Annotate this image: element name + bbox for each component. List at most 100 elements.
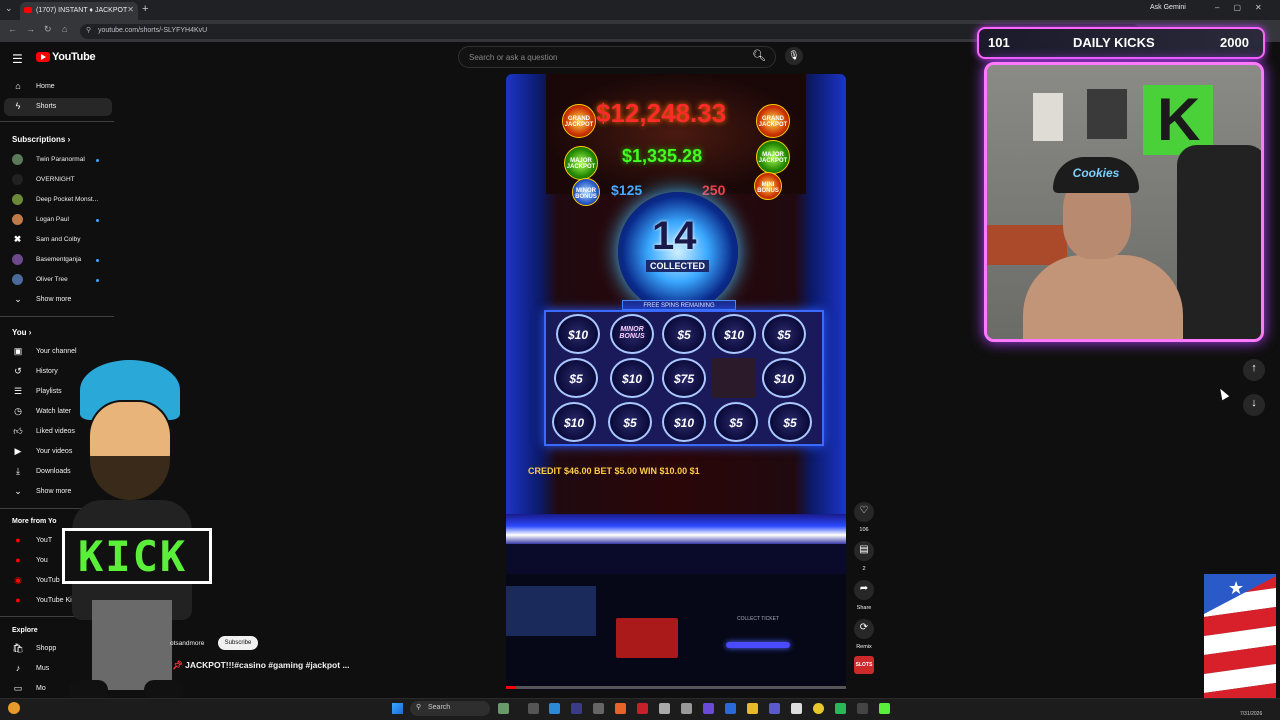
- like-button[interactable]: ♡: [854, 502, 874, 522]
- show-more-button[interactable]: ⌄ Show more: [0, 291, 108, 309]
- share-button[interactable]: ➦: [854, 580, 874, 600]
- new-content-dot: [96, 159, 99, 162]
- sidebar-item-subscription[interactable]: Logan Paul: [0, 211, 108, 229]
- remix-icon: ⟳: [859, 622, 869, 633]
- taskbar-app-icon[interactable]: [747, 703, 758, 714]
- reel-cell: $10: [610, 358, 654, 398]
- taskbar-app-icon[interactable]: [637, 703, 648, 714]
- new-tab-button[interactable]: +: [142, 3, 148, 15]
- browser-tab[interactable]: (1707) INSTANT ♦ JACKPOT ✕: [20, 2, 138, 20]
- avatar: [12, 214, 23, 225]
- ticket-slot-light: [726, 642, 790, 648]
- youtube-logo-text[interactable]: YouTube: [52, 51, 96, 63]
- daily-kicks-title: DAILY KICKS: [1073, 35, 1155, 50]
- taskbar-app-icon[interactable]: [571, 703, 582, 714]
- credit-bet-win-meter: CREDIT $46.00 BET $5.00 WIN $10.00 $1: [528, 466, 700, 476]
- clock-icon: ◷: [14, 406, 22, 416]
- short-video-player[interactable]: GRAND JACKPOT GRAND JACKPOT $12,248.33 M…: [506, 74, 846, 690]
- taskbar-app-icon[interactable]: [549, 703, 560, 714]
- weather-icon[interactable]: [8, 702, 20, 714]
- taskbar-app-icon[interactable]: [725, 703, 736, 714]
- task-view-icon[interactable]: [528, 703, 539, 714]
- subscribe-button[interactable]: Subscribe: [218, 636, 258, 650]
- comment-icon: ▤: [859, 544, 869, 555]
- sidebar-item-subscription[interactable]: OVERNIGHT: [0, 171, 108, 189]
- taskbar-app-icon[interactable]: [835, 703, 846, 714]
- taskbar-app-icon[interactable]: [593, 703, 604, 714]
- free-spins-bar: FREE SPINS REMAINING: [622, 300, 736, 310]
- ask-gemini-button[interactable]: Ask Gemini: [1150, 4, 1186, 11]
- short-title[interactable]: 📌︎ JACKPOT!!!#casino #gaming #jackpot ..…: [172, 660, 350, 671]
- share-icon: ➦: [859, 583, 869, 594]
- subscription-label: Twin Paranormal: [36, 156, 85, 163]
- reel-cell: $5: [662, 314, 706, 354]
- taskbar-search[interactable]: ⚲ Search: [410, 701, 490, 716]
- reel-cell: $10: [552, 402, 596, 442]
- you-heading[interactable]: You ›: [12, 328, 31, 337]
- sidebar-item-subscription[interactable]: Basementganja: [0, 251, 108, 269]
- search-input[interactable]: Search or ask a question: [458, 46, 776, 68]
- sidebar-item-home[interactable]: ⌂ Home: [0, 78, 108, 96]
- taskbar-app-icon[interactable]: [769, 703, 780, 714]
- tab-search-icon[interactable]: ⌄: [5, 3, 13, 14]
- comments-button[interactable]: ▤: [854, 541, 874, 561]
- taskbar-app-icon[interactable]: [659, 703, 670, 714]
- next-short-button[interactable]: ↓: [1243, 394, 1265, 416]
- grand-jackpot-badge: GRAND JACKPOT: [562, 104, 596, 138]
- explore-heading: Explore: [12, 627, 38, 634]
- window-controls[interactable]: –▢✕: [1215, 3, 1276, 12]
- start-button-icon[interactable]: [392, 703, 403, 714]
- chrome-icon[interactable]: [813, 703, 824, 714]
- gaming-chair: [1177, 145, 1261, 339]
- previous-short-button[interactable]: ↑: [1243, 359, 1265, 381]
- playlists-icon: ☰: [13, 386, 23, 396]
- puerto-rico-flag: ★: [1204, 574, 1276, 706]
- minor-jackpot-amount: $125: [611, 182, 643, 198]
- search-icon[interactable]: 🔍︎: [752, 49, 766, 62]
- taskbar-app-icon[interactable]: [791, 703, 802, 714]
- back-icon[interactable]: ←: [8, 24, 17, 34]
- sidebar-item-subscription[interactable]: Deep Pocket Monst...: [0, 191, 108, 209]
- subscriptions-heading[interactable]: Subscriptions ›: [12, 135, 70, 144]
- firefox-icon[interactable]: [615, 703, 626, 714]
- taskbar-app-icon[interactable]: [857, 703, 868, 714]
- menu-icon[interactable]: ☰: [12, 52, 23, 66]
- taskbar-date: 7/31/2026: [1240, 711, 1263, 717]
- close-tab-icon[interactable]: ✕: [127, 5, 134, 14]
- daily-kicks-current: 101: [988, 35, 1010, 50]
- taskbar-app-icon[interactable]: [681, 703, 692, 714]
- taskbar-app-icon[interactable]: [703, 703, 714, 714]
- video-progress-bar[interactable]: [506, 686, 846, 689]
- reload-icon[interactable]: ↻: [44, 24, 52, 35]
- home-browser-icon[interactable]: ⌂: [62, 24, 67, 34]
- mini-jackpot-amount: 250: [702, 182, 726, 198]
- forward-icon[interactable]: →: [26, 24, 35, 34]
- sidebar-item-shorts[interactable]: ϟ Shorts: [4, 98, 112, 116]
- site-info-icon[interactable]: ⚲: [86, 26, 91, 34]
- youtube-logo-icon[interactable]: [36, 52, 50, 62]
- channel-name[interactable]: otsandmore: [170, 640, 204, 647]
- microphone-icon[interactable]: 🎙︎: [785, 47, 803, 65]
- red-button-panel: [616, 618, 678, 658]
- sound-thumbnail[interactable]: SLOTS: [854, 656, 874, 674]
- sidebar-item-your-channel[interactable]: ▣ Your channel: [0, 343, 108, 361]
- reel-cell: MINOR BONUS: [610, 314, 654, 354]
- taskbar-search-label: Search: [428, 704, 451, 711]
- new-content-dot: [96, 259, 99, 262]
- sidebar-item-subscription[interactable]: Twin Paranormal: [0, 151, 108, 169]
- streamer-body: [1023, 255, 1183, 339]
- youtube-premium-icon: ●: [15, 535, 21, 545]
- sidebar-item-subscription[interactable]: Oliver Tree: [0, 271, 108, 289]
- sidebar-item-subscription[interactable]: ✖ Sam and Colby: [0, 231, 108, 249]
- reel-cell: $10: [762, 358, 806, 398]
- search-icon: ⚲: [416, 704, 422, 711]
- kick-app-icon[interactable]: [879, 703, 890, 714]
- remix-button[interactable]: ⟳: [854, 619, 874, 639]
- search-placeholder: Search or ask a question: [469, 53, 558, 62]
- subscription-label: Oliver Tree: [36, 276, 68, 283]
- sidebar-item-label: Mus: [36, 665, 50, 672]
- reel-cell: $5: [608, 402, 652, 442]
- taskbar-app-icon[interactable]: [498, 703, 509, 714]
- reel-cell: $75: [662, 358, 706, 398]
- star-icon: ★: [1228, 578, 1245, 598]
